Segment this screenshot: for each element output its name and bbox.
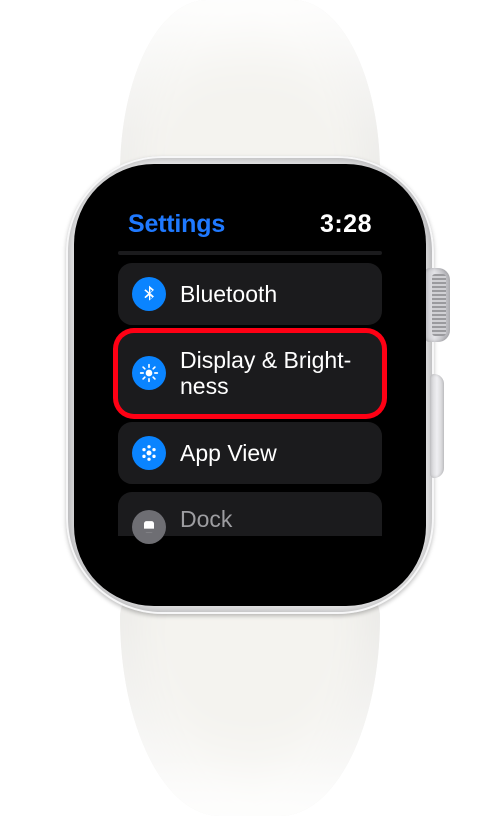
settings-list: Bluetooth Display & Bright­ness App View… bbox=[106, 259, 394, 536]
digital-crown[interactable] bbox=[424, 268, 450, 342]
dock-icon bbox=[132, 510, 166, 544]
brightness-icon bbox=[132, 356, 166, 390]
screen-title[interactable]: Settings bbox=[128, 210, 225, 239]
settings-row-app-view[interactable]: App View bbox=[118, 422, 382, 484]
row-label: Dock bbox=[180, 506, 232, 532]
app-view-icon bbox=[132, 436, 166, 470]
clock: 3:28 bbox=[320, 210, 372, 239]
list-separator bbox=[118, 251, 382, 255]
status-bar: Settings 3:28 bbox=[106, 196, 394, 247]
row-label: Display & Bright­ness bbox=[180, 347, 368, 400]
settings-row-dock[interactable]: Dock bbox=[118, 492, 382, 536]
row-label: App View bbox=[180, 440, 277, 466]
watch-band-bottom bbox=[120, 586, 380, 816]
watch-screen: Settings 3:28 Bluetooth Display & Bright… bbox=[106, 196, 394, 574]
settings-row-bluetooth[interactable]: Bluetooth bbox=[118, 263, 382, 325]
side-button[interactable] bbox=[430, 374, 444, 478]
row-label: Bluetooth bbox=[180, 281, 277, 307]
watch-case: Settings 3:28 Bluetooth Display & Bright… bbox=[66, 156, 434, 614]
bluetooth-icon bbox=[132, 277, 166, 311]
settings-row-display-brightness[interactable]: Display & Bright­ness bbox=[118, 333, 382, 414]
